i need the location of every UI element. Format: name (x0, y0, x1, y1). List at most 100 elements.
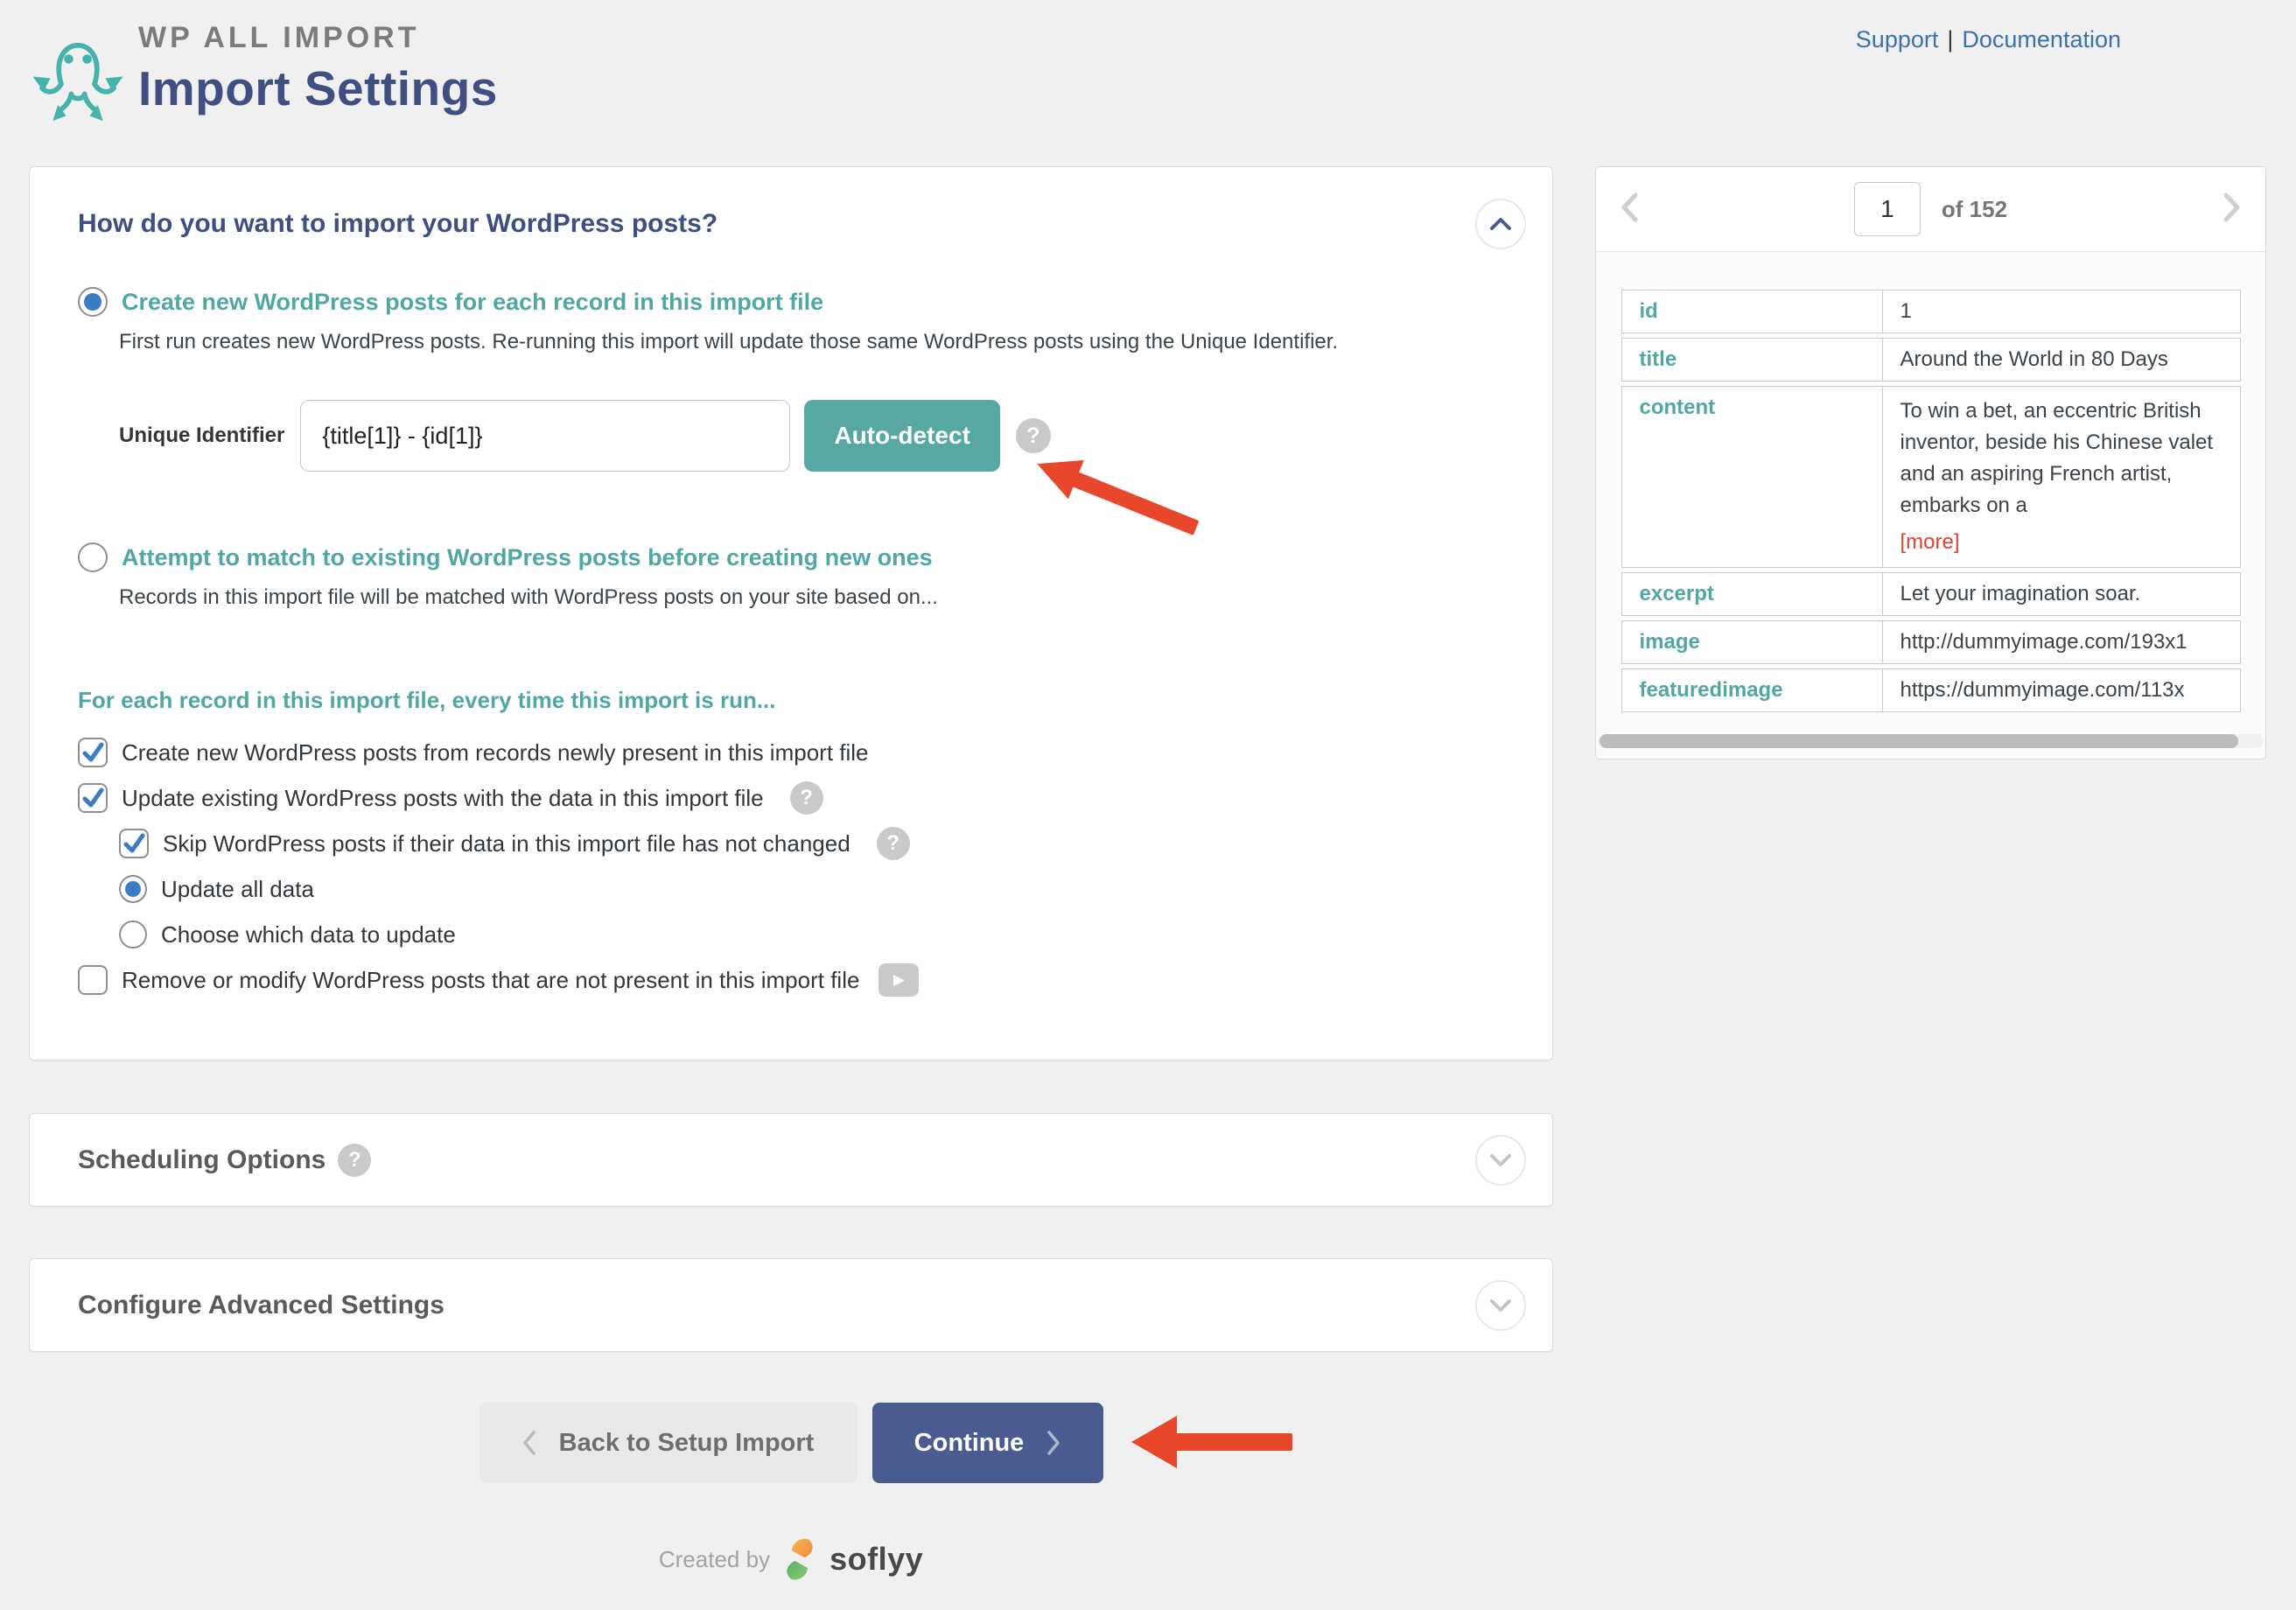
expand-scheduling-button[interactable] (1475, 1135, 1526, 1186)
footer-credit: Created by soflyy (29, 1538, 1553, 1580)
brand-block: WP ALL IMPORT Import Settings (138, 21, 498, 116)
remove-posts-row: Remove or modify WordPress posts that ar… (78, 961, 1504, 999)
choose-data-label[interactable]: Choose which data to update (161, 921, 456, 948)
page-title: Import Settings (138, 60, 498, 116)
chevron-down-icon (1488, 1298, 1513, 1313)
row-value: https://dummyimage.com/113x (1882, 668, 2241, 712)
unique-identifier-row: Unique Identifier Auto-detect ? (119, 400, 1504, 472)
chevron-right-icon (1046, 1430, 1060, 1456)
table-row: featuredimage https://dummyimage.com/113… (1621, 668, 2241, 712)
choose-data-row: Choose which data to update (119, 915, 1504, 954)
update-all-radio[interactable] (119, 875, 147, 903)
row-key: featuredimage (1621, 668, 1882, 712)
skip-unchanged-label[interactable]: Skip WordPress posts if their data in th… (163, 830, 850, 858)
create-new-checkbox[interactable] (78, 738, 108, 767)
content-text: To win a bet, an eccentric British inven… (1900, 399, 2214, 517)
octopus-logo-icon (30, 12, 126, 122)
update-all-label[interactable]: Update all data (161, 876, 314, 903)
help-icon[interactable]: ? (877, 827, 910, 860)
row-value: To win a bet, an eccentric British inven… (1882, 386, 2241, 568)
chevron-right-icon (2222, 192, 2243, 223)
record-total-label: of 152 (1942, 196, 2007, 223)
link-divider: | (1947, 26, 1953, 52)
chevron-left-icon (1619, 192, 1640, 223)
create-option-label[interactable]: Create new WordPress posts for each reco… (122, 289, 823, 316)
back-button[interactable]: Back to Setup Import (480, 1403, 858, 1483)
row-value: Let your imagination soar. (1882, 572, 2241, 616)
table-row: image http://dummyimage.com/193x1 (1621, 620, 2241, 664)
advanced-settings-card: Configure Advanced Settings (29, 1258, 1553, 1352)
video-tutorial-button[interactable]: ▶ (878, 963, 919, 997)
match-option-radio[interactable] (78, 542, 108, 572)
documentation-link[interactable]: Documentation (1962, 26, 2121, 52)
chevron-up-icon (1488, 216, 1513, 232)
create-new-row: Create new WordPress posts from records … (78, 733, 1504, 772)
header-links: Support | Documentation (1856, 26, 2121, 53)
scheduling-options-card: Scheduling Options ? (29, 1113, 1553, 1207)
match-option-description: Records in this import file will be matc… (119, 585, 1504, 610)
created-by-text: Created by (659, 1546, 770, 1573)
unique-identifier-input[interactable] (300, 400, 790, 472)
row-key: title (1621, 338, 1882, 382)
footer-buttons: Back to Setup Import Continue (29, 1403, 1553, 1483)
advanced-title: Configure Advanced Settings (78, 1291, 444, 1320)
scheduling-title: Scheduling Options (78, 1145, 326, 1175)
row-value: http://dummyimage.com/193x1 (1882, 620, 2241, 664)
help-icon[interactable]: ? (338, 1144, 371, 1177)
record-preview-panel: of 152 id 1 title Around the World in 80… (1595, 166, 2266, 760)
auto-detect-button[interactable]: Auto-detect (804, 400, 1000, 472)
more-link[interactable]: [more] (1900, 527, 2222, 558)
row-key: image (1621, 620, 1882, 664)
every-run-heading: For each record in this import file, eve… (78, 687, 1504, 714)
scrollbar-thumb[interactable] (1600, 734, 2238, 748)
remove-posts-checkbox[interactable] (78, 965, 108, 995)
match-option-label[interactable]: Attempt to match to existing WordPress p… (122, 544, 933, 571)
brand-name: WP ALL IMPORT (138, 21, 498, 55)
check-icon (121, 830, 147, 857)
chevron-left-icon (522, 1430, 536, 1456)
horizontal-scrollbar (1598, 734, 2264, 748)
update-existing-row: Update existing WordPress posts with the… (78, 779, 1504, 817)
record-number-input[interactable] (1854, 182, 1921, 236)
table-row: title Around the World in 80 Days (1621, 338, 2241, 382)
skip-unchanged-checkbox[interactable] (119, 829, 149, 858)
update-all-row: Update all data (119, 870, 1504, 908)
play-icon: ▶ (893, 971, 905, 989)
collapse-section-button[interactable] (1475, 199, 1526, 249)
record-nav-center: of 152 (1596, 182, 2265, 236)
row-key: content (1621, 386, 1882, 568)
update-existing-checkbox[interactable] (78, 783, 108, 813)
choose-data-radio[interactable] (119, 920, 147, 948)
back-button-label: Back to Setup Import (559, 1429, 815, 1458)
chevron-down-icon (1488, 1152, 1513, 1168)
create-option-description: First run creates new WordPress posts. R… (119, 330, 1504, 354)
continue-button-label: Continue (914, 1429, 1025, 1458)
next-record-button[interactable] (2222, 192, 2243, 228)
support-link[interactable]: Support (1856, 26, 1939, 52)
remove-posts-label[interactable]: Remove or modify WordPress posts that ar… (122, 967, 859, 994)
unique-identifier-label: Unique Identifier (119, 424, 284, 448)
record-nav: of 152 (1596, 167, 2265, 252)
create-new-label[interactable]: Create new WordPress posts from records … (122, 739, 869, 766)
match-option-row: Attempt to match to existing WordPress p… (78, 540, 1504, 575)
prev-record-button[interactable] (1619, 192, 1640, 228)
check-icon (80, 785, 106, 811)
table-row: excerpt Let your imagination soar. (1621, 572, 2241, 616)
help-icon[interactable]: ? (790, 781, 823, 815)
soflyy-wordmark: soflyy (830, 1541, 923, 1578)
skip-unchanged-row: Skip WordPress posts if their data in th… (119, 824, 1504, 863)
wp-all-import-page: WP ALL IMPORT Import Settings Support | Do… (0, 0, 2296, 1610)
help-icon[interactable]: ? (1016, 418, 1051, 453)
check-icon (80, 739, 106, 766)
continue-button[interactable]: Continue (872, 1403, 1103, 1483)
create-option-radio[interactable] (78, 287, 108, 317)
import-options-card: How do you want to import your WordPress… (29, 166, 1553, 1060)
expand-advanced-button[interactable] (1475, 1280, 1526, 1331)
table-row: id 1 (1621, 290, 2241, 333)
row-value: Around the World in 80 Days (1882, 338, 2241, 382)
record-table: id 1 title Around the World in 80 Days c… (1621, 285, 2241, 717)
table-row: content To win a bet, an eccentric Briti… (1621, 386, 2241, 568)
soflyy-logo (782, 1538, 817, 1580)
update-existing-label[interactable]: Update existing WordPress posts with the… (122, 785, 764, 812)
question-heading: How do you want to import your WordPress… (78, 209, 1504, 239)
